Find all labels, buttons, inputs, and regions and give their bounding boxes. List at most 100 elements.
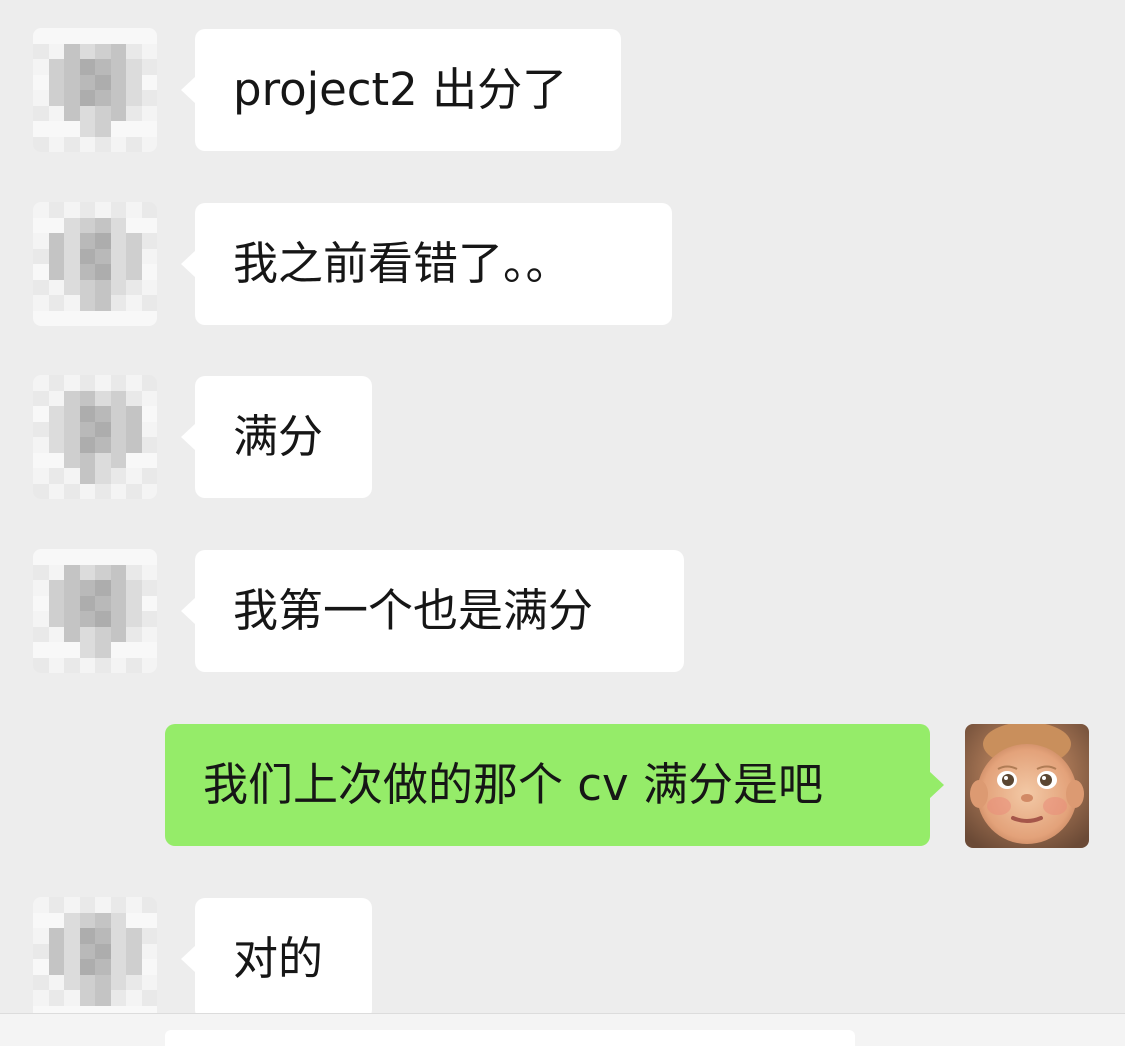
mosaic-tile <box>33 59 49 75</box>
mosaic-tile <box>141 974 157 990</box>
mosaic-tile <box>79 136 95 152</box>
mosaic-tile <box>95 202 111 218</box>
mosaic-tile <box>110 437 126 453</box>
mosaic-tile <box>64 90 80 106</box>
message-input[interactable] <box>165 1030 855 1046</box>
pixelated-avatar-icon[interactable] <box>33 375 157 499</box>
mosaic-tile <box>141 421 157 437</box>
mosaic-tile <box>95 248 111 264</box>
mosaic-tile <box>126 595 142 611</box>
mosaic-tile <box>33 295 49 311</box>
outgoing-message-bubble[interactable]: 我们上次做的那个 cv 满分是吧 <box>165 724 944 846</box>
mosaic-tile <box>64 421 80 437</box>
mosaic-tile <box>64 233 80 249</box>
mosaic-tile <box>64 990 80 1006</box>
mosaic-tile <box>64 611 80 627</box>
mosaic-tile <box>64 406 80 422</box>
message-row: 对的 <box>0 897 1125 1021</box>
message-row: 我第一个也是满分 <box>0 549 1125 673</box>
mosaic-tile <box>64 59 80 75</box>
incoming-message-bubble[interactable]: 满分 <box>181 376 372 498</box>
mosaic-tile <box>126 248 142 264</box>
message-row: 我之前看错了。。 <box>0 202 1125 326</box>
mosaic-tile <box>48 90 64 106</box>
mosaic-tile <box>79 59 95 75</box>
mosaic-tile <box>110 90 126 106</box>
mosaic-tile <box>141 468 157 484</box>
mosaic-tile <box>95 974 111 990</box>
incoming-message-bubble[interactable]: project2 出分了 <box>181 29 621 151</box>
mosaic-tile <box>64 959 80 975</box>
mosaic-tile <box>141 928 157 944</box>
mosaic-tile <box>141 233 157 249</box>
mosaic-tile <box>110 912 126 928</box>
mosaic-tile <box>95 437 111 453</box>
mosaic-tile <box>126 611 142 627</box>
mosaic-tile <box>141 452 157 468</box>
mosaic-tile <box>33 310 49 326</box>
incoming-message-bubble[interactable]: 我第一个也是满分 <box>181 550 684 672</box>
mosaic-tile <box>110 217 126 233</box>
mosaic-tile <box>64 549 80 565</box>
pixelated-avatar-icon[interactable] <box>33 202 157 326</box>
mosaic-tile <box>79 264 95 280</box>
baby-face-avatar-icon[interactable] <box>965 724 1089 848</box>
mosaic-tile <box>95 452 111 468</box>
mosaic-tile <box>33 549 49 565</box>
mosaic-tile <box>33 468 49 484</box>
mosaic-tile <box>95 295 111 311</box>
mosaic-tile <box>95 580 111 596</box>
mosaic-tile <box>33 90 49 106</box>
mosaic-tile <box>141 43 157 59</box>
chat-message-list[interactable]: project2 出分了 我之前看错了。。 满分 我第一个也是满分 我们上次做的… <box>0 0 1125 1046</box>
mosaic-tile <box>126 375 142 391</box>
incoming-message-bubble[interactable]: 对的 <box>181 898 372 1020</box>
incoming-message-bubble[interactable]: 我之前看错了。。 <box>181 203 672 325</box>
mosaic-tile <box>64 310 80 326</box>
mosaic-tile <box>110 136 126 152</box>
mosaic-tile <box>126 959 142 975</box>
mosaic-tile <box>110 202 126 218</box>
mosaic-tile <box>95 74 111 90</box>
mosaic-tile <box>48 611 64 627</box>
mosaic-tile <box>48 248 64 264</box>
mosaic-tile <box>95 233 111 249</box>
mosaic-tile <box>64 897 80 913</box>
mosaic-tile <box>48 43 64 59</box>
mosaic-tile <box>95 642 111 658</box>
mosaic-tile <box>126 43 142 59</box>
mosaic-tile <box>64 564 80 580</box>
mosaic-tile <box>110 483 126 499</box>
mosaic-tile <box>79 642 95 658</box>
mosaic-tile <box>64 928 80 944</box>
mosaic-tile <box>64 626 80 642</box>
mosaic-tile <box>141 943 157 959</box>
mosaic-tile <box>79 974 95 990</box>
mosaic-tile <box>141 595 157 611</box>
mosaic-tile <box>33 912 49 928</box>
pixelated-avatar-icon[interactable] <box>33 897 157 1021</box>
mosaic-tile <box>33 943 49 959</box>
mosaic-tile <box>48 233 64 249</box>
mosaic-tile <box>110 295 126 311</box>
mosaic-tile <box>126 564 142 580</box>
mosaic-tile <box>95 310 111 326</box>
mosaic-tile <box>141 295 157 311</box>
mosaic-tile <box>141 310 157 326</box>
mosaic-tile <box>64 202 80 218</box>
mosaic-tile <box>33 202 49 218</box>
mosaic-tile <box>79 468 95 484</box>
mosaic-tile <box>95 611 111 627</box>
pixelated-avatar-icon[interactable] <box>33 28 157 152</box>
mosaic-tile <box>79 74 95 90</box>
mosaic-tile <box>79 943 95 959</box>
mosaic-tile <box>79 990 95 1006</box>
mosaic-tile <box>64 437 80 453</box>
mosaic-tile <box>95 943 111 959</box>
mosaic-tile <box>64 974 80 990</box>
mosaic-tile <box>126 943 142 959</box>
pixelated-avatar-icon[interactable] <box>33 549 157 673</box>
mosaic-tile <box>79 202 95 218</box>
avatar-mosaic <box>33 28 157 152</box>
mosaic-tile <box>48 990 64 1006</box>
